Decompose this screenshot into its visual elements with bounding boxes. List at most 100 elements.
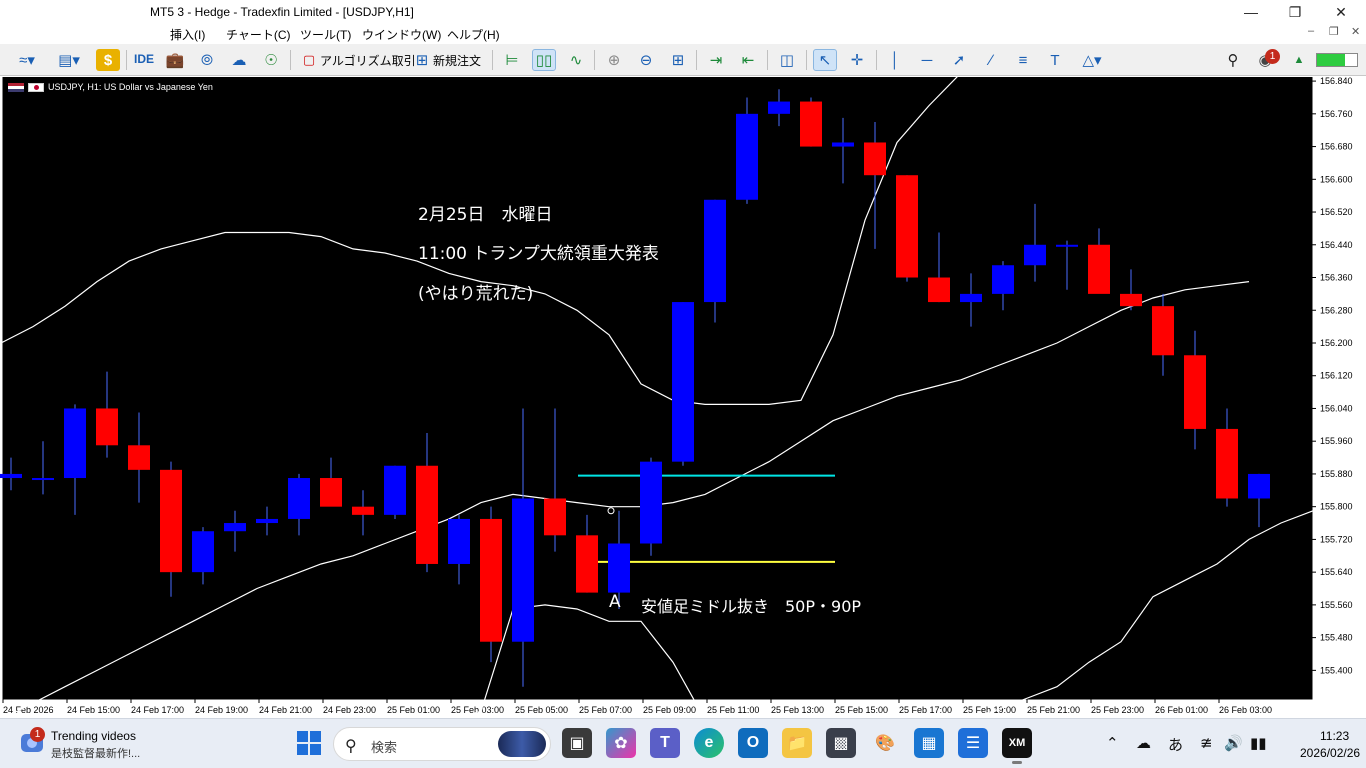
- clock-date[interactable]: 2026/02/26: [1300, 746, 1360, 760]
- annotation-event[interactable]: 11:00 トランプ大統領重大発表: [418, 239, 659, 264]
- time-tick-label: 25 Feb 21:00: [1027, 705, 1080, 715]
- chart-template-icon[interactable]: ▤▾: [52, 49, 86, 71]
- price-tick-label: 155.800: [1320, 502, 1353, 512]
- signal-strength-fill: [1317, 54, 1345, 66]
- price-chart[interactable]: 156.840 156.760 156.680 156.600 156.520 156.4…: [0, 77, 1366, 718]
- horizontal-line-icon[interactable]: ─: [915, 49, 939, 71]
- price-tick-label: 155.640: [1320, 567, 1353, 577]
- candle-bear: [544, 498, 566, 536]
- paint-icon[interactable]: 🎨: [870, 728, 900, 758]
- annotation-marker-a[interactable]: A: [609, 592, 621, 612]
- chart-shift-icon[interactable]: ⇤: [736, 49, 760, 71]
- menu-chart[interactable]: チャート(C): [226, 26, 291, 43]
- menu-window[interactable]: ウインドウ(W): [362, 26, 441, 43]
- maximize-icon[interactable]: ❐: [1272, 0, 1318, 24]
- store-icon[interactable]: ▦: [914, 728, 944, 758]
- outlook-icon[interactable]: O: [738, 728, 768, 758]
- market-bag-icon[interactable]: 💼: [163, 49, 187, 71]
- close-icon[interactable]: ✕: [1318, 0, 1364, 24]
- candle-bear: [320, 478, 342, 507]
- menu-tools[interactable]: ツール(T): [300, 26, 351, 43]
- task-view-icon[interactable]: ▣: [562, 728, 592, 758]
- channel-icon[interactable]: ∕: [979, 49, 1003, 71]
- notepad-icon[interactable]: ☰: [958, 728, 988, 758]
- search-icon[interactable]: ⚲: [1221, 49, 1245, 71]
- clock-time[interactable]: 11:23: [1320, 729, 1349, 743]
- ide-button[interactable]: IDE: [134, 52, 154, 66]
- teams-icon[interactable]: T: [650, 728, 680, 758]
- candle-bull: [288, 478, 310, 519]
- candle-bull: [224, 523, 246, 532]
- ime-mode-icon[interactable]: あ: [1168, 734, 1183, 755]
- price-tick-label: 155.480: [1320, 633, 1353, 643]
- toolbar-separator: [876, 50, 877, 70]
- cloud-icon[interactable]: ☁: [227, 49, 251, 71]
- xm-mt5-icon[interactable]: XM: [1002, 728, 1032, 764]
- candle-bull: [448, 518, 470, 564]
- taskbar-search[interactable]: ⚲ 検索: [333, 727, 551, 761]
- tile-windows-icon[interactable]: ⊞: [666, 49, 690, 71]
- bar-chart-icon[interactable]: ⊨: [500, 49, 524, 71]
- show-hidden-icons-icon[interactable]: ⌃: [1106, 734, 1119, 752]
- candle-bear: [1120, 293, 1142, 307]
- mdi-restore-icon[interactable]: ❐: [1329, 25, 1339, 38]
- new-order-button[interactable]: 新規注文: [433, 52, 481, 69]
- candle-bull: [192, 531, 214, 573]
- candle-bear: [416, 465, 438, 564]
- menu-help[interactable]: ヘルプ(H): [447, 26, 500, 43]
- candle-bull: [0, 473, 22, 479]
- time-tick-label: 26 Feb 01:00: [1155, 705, 1208, 715]
- vps-icon[interactable]: ☉: [259, 49, 283, 71]
- candle-bear: [480, 518, 502, 642]
- autoscroll-icon[interactable]: ⇥: [704, 49, 728, 71]
- widgets-badge: 1: [30, 727, 45, 742]
- crosshair-icon[interactable]: ✛: [845, 49, 869, 71]
- trending-title[interactable]: Trending videos: [51, 729, 136, 743]
- annotation-marker-note[interactable]: 安値足ミドル抜き 50P・90P: [641, 593, 861, 617]
- monitor-app-icon[interactable]: ▩: [826, 728, 856, 758]
- candle-bear: [576, 535, 598, 593]
- annotation-date[interactable]: 2月25日 水曜日: [418, 200, 552, 225]
- copilot-icon[interactable]: ✿: [606, 728, 636, 758]
- edge-icon[interactable]: e: [694, 728, 724, 758]
- fibonacci-icon[interactable]: ≡: [1011, 49, 1035, 71]
- dollar-icon[interactable]: $: [96, 49, 120, 71]
- line-chart-icon[interactable]: ∿: [564, 49, 588, 71]
- trending-subtitle[interactable]: 是枝監督最新作!...: [51, 745, 140, 761]
- algo-trading-button[interactable]: アルゴリズム取引: [320, 52, 416, 69]
- time-tick-label: 25 Feb 09:00: [643, 705, 696, 715]
- search-icon: ⚲: [345, 738, 357, 755]
- zoom-out-icon[interactable]: ⊖: [634, 49, 658, 71]
- vertical-line-icon[interactable]: │: [883, 49, 907, 71]
- text-icon[interactable]: T: [1043, 49, 1067, 71]
- toolbar-separator: [492, 50, 493, 70]
- chart-type-icon[interactable]: ≈▾: [10, 49, 44, 71]
- volume-icon[interactable]: 🔊: [1224, 734, 1243, 752]
- screenshot-icon[interactable]: ◫: [775, 49, 799, 71]
- signals-icon[interactable]: ⦾: [195, 49, 219, 71]
- signal-strength-meter: [1316, 53, 1358, 67]
- toolbar-separator: [594, 50, 595, 70]
- mdi-close-icon[interactable]: ✕: [1351, 25, 1360, 38]
- toolbar-separator: [806, 50, 807, 70]
- cloud-sync-icon[interactable]: ☁: [1136, 734, 1151, 752]
- start-icon[interactable]: [294, 728, 324, 758]
- battery-icon[interactable]: ▮▮: [1250, 734, 1267, 752]
- annotation-comment[interactable]: (やはり荒れた): [418, 279, 533, 304]
- mdi-minimize-icon[interactable]: –: [1308, 25, 1314, 37]
- file-explorer-icon[interactable]: 📁: [782, 728, 812, 758]
- trend-line-icon[interactable]: ➚: [947, 49, 971, 71]
- time-tick-label: 24 Feb 19:00: [195, 705, 248, 715]
- candle-bull: [992, 265, 1014, 294]
- wifi-icon[interactable]: ≇: [1200, 734, 1213, 752]
- level-icon[interactable]: ▲: [1287, 49, 1311, 71]
- chart-window[interactable]: 156.840 156.760 156.680 156.600 156.520 156.4…: [0, 77, 1366, 718]
- menu-insert[interactable]: 挿入(I): [170, 26, 205, 43]
- zoom-in-icon[interactable]: ⊕: [602, 49, 626, 71]
- minimize-icon[interactable]: —: [1228, 0, 1274, 24]
- shapes-icon[interactable]: △▾: [1075, 49, 1109, 71]
- new-order-icon[interactable]: ⊞: [410, 49, 434, 71]
- cursor-icon[interactable]: ↖: [813, 49, 837, 71]
- algo-trading-icon[interactable]: ▢: [297, 49, 321, 71]
- candlestick-icon[interactable]: ▯▯: [532, 49, 556, 71]
